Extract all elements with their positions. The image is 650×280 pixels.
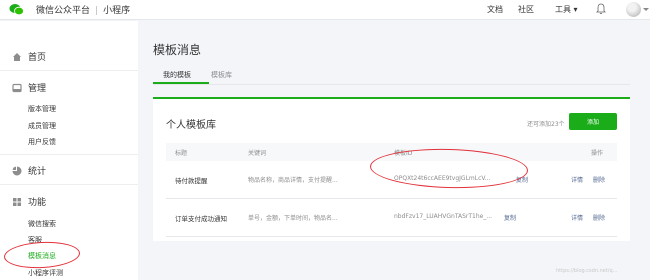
manage-icon bbox=[12, 83, 22, 92]
nav-tools[interactable]: 工具 ▾ bbox=[555, 4, 578, 15]
active-tab-indicator bbox=[153, 82, 209, 84]
row-keywords: 单号，金额，下单时间，物品名... bbox=[248, 215, 338, 222]
stats-icon bbox=[12, 166, 22, 175]
page-title: 模板消息 bbox=[153, 43, 202, 57]
detail-link[interactable]: 详情 bbox=[571, 175, 583, 184]
nav-docs[interactable]: 文档 bbox=[487, 4, 503, 15]
sidebar-section-features[interactable]: 功能 bbox=[12, 195, 46, 208]
delete-link[interactable]: 删除 bbox=[593, 213, 605, 222]
sidebar-item-template-message[interactable]: 模板消息 bbox=[28, 251, 56, 261]
product-name: 小程序 bbox=[103, 6, 131, 16]
row-keywords: 物品名称，商品详情，支付提醒... bbox=[248, 177, 338, 184]
avatar-caret-icon[interactable] bbox=[643, 8, 649, 11]
sidebar-manage-label: 管理 bbox=[28, 84, 47, 94]
table-row: 订单支付成功通知 单号，金额，下单时间，物品名... nbdFzv17_LUAH… bbox=[166, 199, 617, 237]
brand-title[interactable]: 微信公众平台 | 小程序 bbox=[36, 3, 130, 16]
copy-link[interactable]: 复制 bbox=[516, 175, 528, 184]
row-template-id: nbdFzv17_LUAHVGnTASrT1he_... bbox=[394, 213, 493, 220]
sidebar-item-evaluation[interactable]: 小程序评测 bbox=[28, 268, 63, 278]
column-header-template-id: 模板ID bbox=[394, 150, 413, 157]
remaining-count: 还可添加23个 bbox=[527, 121, 565, 128]
tab-bar: 我的模板 模板库 bbox=[153, 67, 630, 85]
sidebar-item-members[interactable]: 成员管理 bbox=[28, 121, 56, 131]
brand-separator: | bbox=[95, 6, 99, 16]
sidebar-features-label: 功能 bbox=[28, 198, 47, 208]
sidebar-section-manage[interactable]: 管理 bbox=[12, 81, 46, 94]
sidebar-divider bbox=[0, 70, 138, 71]
tab-template-library[interactable]: 模板库 bbox=[211, 70, 232, 80]
home-icon bbox=[13, 52, 21, 61]
row-title: 订单支付成功通知 bbox=[175, 215, 227, 223]
tab-my-templates[interactable]: 我的模板 bbox=[163, 70, 191, 80]
table-header: 标题 关键词 模板ID 操作 bbox=[166, 143, 617, 161]
avatar[interactable] bbox=[626, 2, 641, 17]
features-icon bbox=[13, 197, 21, 206]
sidebar-item-home[interactable]: 首页 bbox=[12, 50, 46, 63]
template-card: 个人模板库 还可添加23个 添加 标题 关键词 模板ID 操作 待付款提醒 物品… bbox=[153, 97, 630, 241]
sidebar: 首页 管理 版本管理 成员管理 用户反馈 统计 功能 微信搜索 客服 模板消息 … bbox=[0, 21, 138, 280]
watermark: https://blog.csdn.net/q... bbox=[556, 268, 618, 274]
sidebar-section-stats[interactable]: 统计 bbox=[12, 164, 46, 177]
column-header-actions: 操作 bbox=[591, 150, 604, 157]
column-header-keywords: 关键词 bbox=[248, 150, 267, 157]
top-bar: 微信公众平台 | 小程序 文档 社区 工具 ▾ bbox=[0, 0, 650, 20]
card-title: 个人模板库 bbox=[166, 120, 216, 131]
column-header-title: 标题 bbox=[175, 150, 188, 157]
delete-link[interactable]: 删除 bbox=[593, 175, 605, 184]
wechat-logo-icon bbox=[9, 4, 24, 16]
bell-icon[interactable] bbox=[596, 3, 606, 15]
copy-link[interactable]: 复制 bbox=[504, 213, 516, 222]
table-row: 待付款提醒 物品名称，商品详情，支付提醒... OPQXt24t6ccAEE9t… bbox=[166, 161, 617, 199]
row-title: 待付款提醒 bbox=[175, 177, 208, 185]
nav-community[interactable]: 社区 bbox=[518, 4, 534, 15]
sidebar-stats-label: 统计 bbox=[28, 167, 47, 177]
brand-name: 微信公众平台 bbox=[36, 6, 91, 16]
sidebar-item-feedback[interactable]: 用户反馈 bbox=[28, 137, 56, 147]
sidebar-divider bbox=[0, 184, 138, 185]
sidebar-item-version[interactable]: 版本管理 bbox=[28, 104, 56, 114]
sidebar-item-wechat-search[interactable]: 微信搜索 bbox=[28, 219, 56, 229]
nav-tools-label: 工具 bbox=[555, 5, 571, 14]
sidebar-item-customer-service[interactable]: 客服 bbox=[28, 235, 42, 245]
row-template-id: OPQXt24t6ccAEE9tvgJGLmLcV... bbox=[394, 175, 491, 182]
chevron-down-icon: ▾ bbox=[573, 5, 578, 14]
sidebar-divider bbox=[0, 154, 138, 155]
add-button[interactable]: 添加 bbox=[569, 113, 617, 130]
detail-link[interactable]: 详情 bbox=[571, 213, 583, 222]
sidebar-home-label: 首页 bbox=[28, 53, 47, 63]
